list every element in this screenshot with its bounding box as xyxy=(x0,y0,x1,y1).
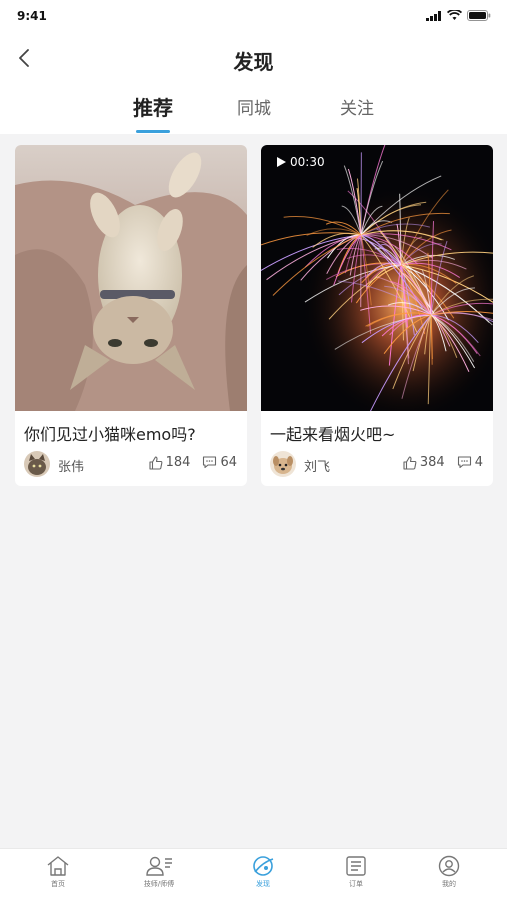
post-stats: 184 64 xyxy=(149,455,237,470)
post-card[interactable]: 00:30 一起来看烟火吧~ 刘飞 384 4 xyxy=(261,145,493,486)
status-time: 9:41 xyxy=(17,9,47,23)
tab-following[interactable]: 关注 xyxy=(317,94,397,119)
thumbs-up-icon[interactable] xyxy=(149,455,163,470)
post-stats: 384 4 xyxy=(403,455,483,470)
post-card[interactable]: 你们见过小猫咪emo吗? 张伟 184 64 xyxy=(15,145,247,486)
comment-count: 4 xyxy=(474,455,483,470)
tab-bar: 推荐 同城 关注 xyxy=(0,94,507,134)
comment-count: 64 xyxy=(220,455,237,470)
wifi-icon xyxy=(447,10,462,20)
play-icon xyxy=(277,157,286,167)
active-tab-indicator xyxy=(136,130,170,133)
nav-profile[interactable]: 我的 xyxy=(404,855,494,889)
comment-icon[interactable] xyxy=(457,456,472,469)
signal-icon xyxy=(426,10,441,21)
author-name[interactable]: 张伟 xyxy=(58,456,84,475)
fireworks-video[interactable] xyxy=(261,145,493,411)
nav-label: 技师/师傅 xyxy=(143,880,175,888)
nav-label: 订单 xyxy=(349,880,363,888)
comment-icon[interactable] xyxy=(202,456,217,469)
nav-label: 我的 xyxy=(442,880,456,888)
cat-photo[interactable] xyxy=(15,145,247,411)
profile-icon xyxy=(438,855,460,877)
bottom-nav: 首页 技师/师傅 发现 订单 我的 xyxy=(0,848,507,900)
nav-label: 发现 xyxy=(256,880,270,888)
technician-icon xyxy=(146,856,172,876)
thumbs-up-icon[interactable] xyxy=(403,455,417,470)
author-name[interactable]: 刘飞 xyxy=(304,456,330,475)
tab-recommend[interactable]: 推荐 xyxy=(113,92,193,121)
home-icon xyxy=(47,856,69,876)
nav-technician[interactable]: 技师/师傅 xyxy=(114,855,204,889)
nav-discover[interactable]: 发现 xyxy=(218,855,308,889)
cat-avatar[interactable] xyxy=(24,451,50,477)
top-bar: 9:41 发现 推荐 同城 关注 xyxy=(0,0,507,134)
order-icon xyxy=(346,856,366,876)
duration-text: 00:30 xyxy=(290,155,325,169)
video-duration: 00:30 xyxy=(277,155,325,169)
page-title: 发现 xyxy=(233,50,274,74)
status-icons xyxy=(426,10,491,21)
battery-icon xyxy=(467,10,491,21)
like-count: 184 xyxy=(165,455,191,470)
nav-orders[interactable]: 订单 xyxy=(311,855,401,889)
nav-home[interactable]: 首页 xyxy=(13,855,103,889)
nav-label: 首页 xyxy=(51,880,65,888)
dog-avatar[interactable] xyxy=(270,451,296,477)
tab-local[interactable]: 同城 xyxy=(214,94,294,119)
like-count: 384 xyxy=(419,455,445,470)
discover-icon xyxy=(253,856,274,876)
post-title[interactable]: 你们见过小猫咪emo吗? xyxy=(24,421,196,445)
post-title[interactable]: 一起来看烟火吧~ xyxy=(270,421,395,445)
